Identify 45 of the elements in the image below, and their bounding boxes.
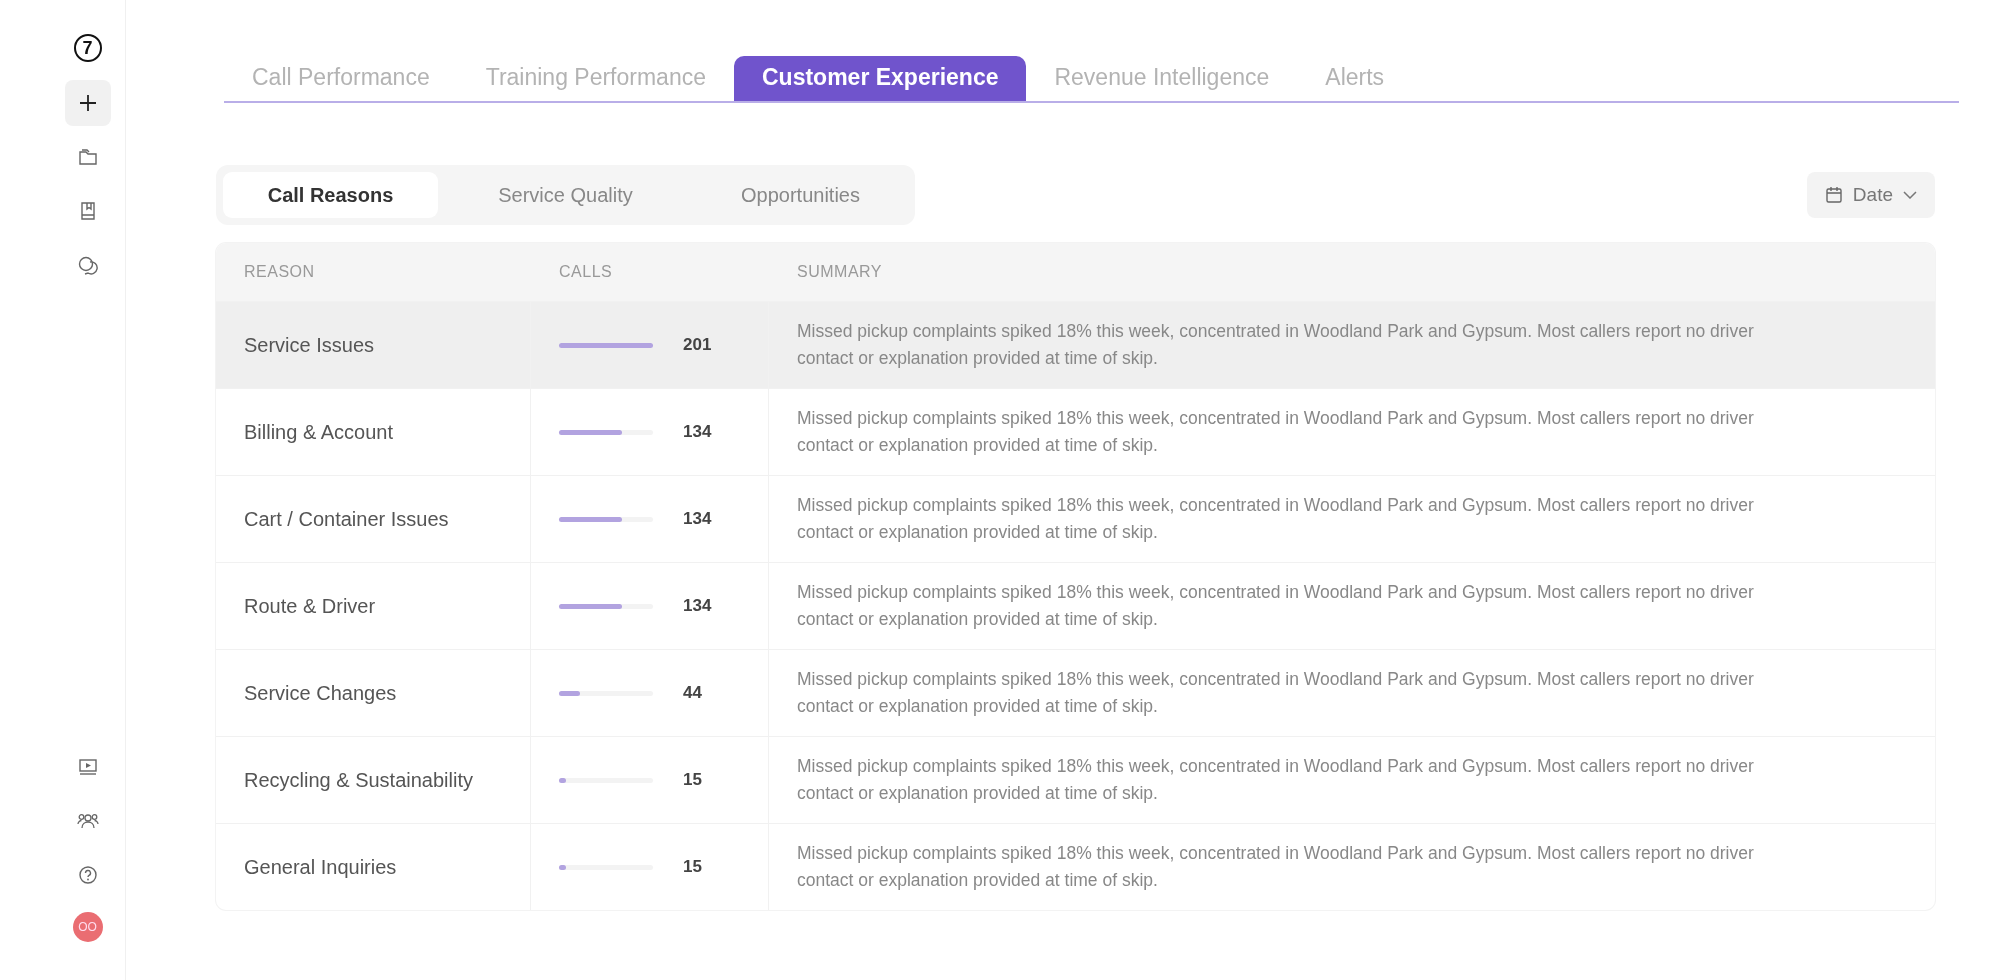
chevron-down-icon	[1903, 191, 1917, 199]
new-button[interactable]	[64, 80, 111, 126]
plus-icon	[77, 93, 98, 113]
summary-text: Missed pickup complaints spiked 18% this week, concentrated in Woodland Park and Gypsum. Most callers report no driver contact or explanation provided at time of skip.	[797, 755, 1755, 805]
column-header: SUMMARY	[797, 263, 882, 281]
reason-cell: Service Issues	[244, 333, 375, 357]
calls-count: 134	[683, 509, 712, 529]
table-row[interactable]: Route & Driver 134 Missed pickup complaints spiked 18% this week, concentrated in Woodland Park and Gypsum. Most callers report no driver contact or explanation provided at time of skip.	[216, 562, 1935, 649]
calendar-icon	[1824, 186, 1843, 204]
table-row[interactable]: Cart / Container Issues 134 Missed pickup complaints spiked 18% this week, concentrated in Woodland Park and Gypsum. Most callers report no driver contact or explanation provided at time of skip.	[216, 475, 1935, 562]
play-icon	[77, 758, 98, 776]
summary-text: Missed pickup complaints spiked 18% this week, concentrated in Woodland Park and Gypsum. Most callers report no driver contact or explanation provided at time of skip.	[797, 407, 1755, 457]
reason-cell: Recycling & Sustainability	[244, 768, 473, 792]
column-header: REASON	[244, 263, 315, 281]
folder-icon	[77, 148, 98, 166]
summary-text: Missed pickup complaints spiked 18% this week, concentrated in Woodland Park and Gypsum. Most callers report no driver contact or explanation provided at time of skip.	[797, 842, 1755, 892]
logo[interactable]: 7	[73, 34, 102, 62]
summary-text: Missed pickup complaints spiked 18% this week, concentrated in Woodland Park and Gypsum. Most callers report no driver contact or explanation provided at time of skip.	[797, 320, 1755, 370]
reason-cell: Billing & Account	[244, 420, 393, 444]
people-icon	[76, 812, 99, 830]
table-row[interactable]: Recycling & Sustainability 15 Missed pickup complaints spiked 18% this week, concentrated in Woodland Park and Gypsum. Most callers report no driver contact or explanation provided at time of skip.	[216, 736, 1935, 823]
calls-count: 44	[683, 683, 702, 703]
chat-icon	[76, 255, 99, 275]
summary-text: Missed pickup complaints spiked 18% this week, concentrated in Woodland Park and Gypsum. Most callers report no driver contact or explanation provided at time of skip.	[797, 494, 1755, 544]
calls-count: 134	[683, 422, 712, 442]
table-row[interactable]: Billing & Account 134 Missed pickup complaints spiked 18% this week, concentrated in Woodland Park and Gypsum. Most callers report no driver contact or explanation provided at time of skip.	[216, 388, 1935, 475]
tab[interactable]: Customer Experience	[734, 56, 1027, 101]
summary-text: Missed pickup complaints spiked 18% this week, concentrated in Woodland Park and Gypsum. Most callers report no driver contact or explanation provided at time of skip.	[797, 668, 1755, 718]
tab[interactable]: Call Reasons	[223, 172, 438, 218]
calls-count: 134	[683, 596, 712, 616]
reason-cell: Route & Driver	[244, 594, 376, 618]
calls-count: 15	[683, 857, 702, 877]
date-dropdown[interactable]: Date	[1806, 172, 1935, 218]
table-row[interactable]: Service Issues 201 Missed pickup complaints spiked 18% this week, concentrated in Woodland Park and Gypsum. Most callers report no driver contact or explanation provided at time of skip.	[216, 301, 1935, 388]
column-header: CALLS	[559, 263, 613, 281]
help-icon	[77, 865, 98, 885]
reason-cell: Cart / Container Issues	[244, 507, 449, 531]
reason-cell: General Inquiries	[244, 855, 397, 879]
table-row[interactable]: General Inquiries 15 Missed pickup complaints spiked 18% this week, concentrated in Woodland Park and Gypsum. Most callers report no driver contact or explanation provided at time of skip.	[216, 823, 1935, 910]
table-row[interactable]: Service Changes 44 Missed pickup complaints spiked 18% this week, concentrated in Woodland Park and Gypsum. Most callers report no driver contact or explanation provided at time of skip.	[216, 649, 1935, 736]
reason-cell: Service Changes	[244, 681, 397, 705]
calls-count: 201	[683, 335, 712, 355]
calls-count: 15	[683, 770, 702, 790]
summary-text: Missed pickup complaints spiked 18% this week, concentrated in Woodland Park and Gypsum. Most callers report no driver contact or explanation provided at time of skip.	[797, 581, 1755, 631]
book-icon	[78, 201, 97, 221]
